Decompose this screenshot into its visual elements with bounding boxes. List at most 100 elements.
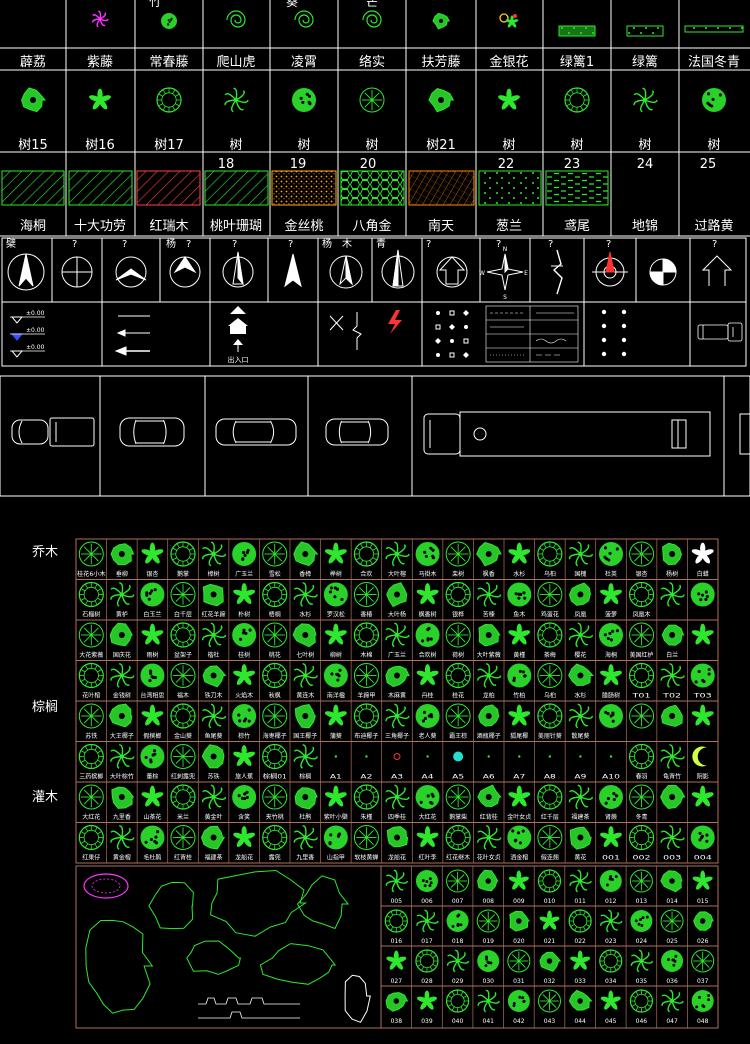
- catalog-symbol[interactable]: [170, 541, 196, 567]
- elevation-markers[interactable]: ±0.00 ±0.00 ±0.00: [10, 310, 45, 358]
- catalog-symbol[interactable]: [537, 622, 563, 648]
- numbered-plant-symbol[interactable]: [660, 870, 683, 893]
- tree-symbol[interactable]: [292, 88, 316, 112]
- numbered-plant-symbol[interactable]: [539, 951, 562, 972]
- catalog-symbol[interactable]: [445, 541, 471, 567]
- pickup-truck-topview[interactable]: [11, 417, 95, 447]
- north-arrow-icon[interactable]: [436, 256, 468, 288]
- catalog-symbol[interactable]: [202, 583, 224, 607]
- catalog-symbol[interactable]: [78, 703, 104, 729]
- tree-symbol[interactable]: [88, 88, 111, 111]
- catalog-symbol[interactable]: [334, 755, 338, 758]
- tree-symbol[interactable]: [702, 88, 726, 112]
- hedge-symbol[interactable]: [626, 25, 664, 37]
- catalog-symbol[interactable]: [478, 623, 501, 647]
- catalog-symbol[interactable]: [609, 755, 613, 758]
- catalog-symbol[interactable]: [445, 824, 471, 851]
- catalog-symbol[interactable]: [445, 784, 471, 810]
- numbered-plant-symbol[interactable]: [569, 869, 592, 893]
- crescent-shadow-icon[interactable]: [692, 746, 707, 767]
- catalog-symbol[interactable]: [201, 541, 227, 567]
- legend-dot-column[interactable]: [601, 309, 627, 357]
- catalog-symbol[interactable]: [111, 786, 135, 809]
- catalog-symbol[interactable]: [599, 542, 623, 566]
- catalog-symbol[interactable]: [141, 542, 164, 565]
- catalog-symbol[interactable]: [579, 755, 582, 758]
- hedge-elevation-line[interactable]: [198, 1011, 300, 1019]
- catalog-symbol[interactable]: [232, 785, 257, 809]
- catalog-symbol[interactable]: [568, 663, 594, 687]
- numbered-plant-symbol[interactable]: [446, 949, 470, 973]
- hatch-swatch-taoyeshanhu[interactable]: [204, 170, 269, 206]
- catalog-symbol[interactable]: [353, 703, 380, 729]
- north-arrow-icon[interactable]: [329, 255, 363, 289]
- catalog-symbol[interactable]: [628, 581, 655, 608]
- catalog-symbol[interactable]: [232, 583, 256, 605]
- shrub-mass-outline[interactable]: [296, 875, 350, 930]
- catalog-symbol[interactable]: [293, 663, 318, 688]
- numbered-plant-symbol[interactable]: [691, 949, 715, 973]
- numbered-plant-symbol[interactable]: [538, 989, 561, 1013]
- vine-spiral-symbol[interactable]: [226, 10, 246, 28]
- catalog-symbol[interactable]: [294, 787, 318, 810]
- catalog-symbol[interactable]: [568, 784, 594, 810]
- entrance-marker[interactable]: 出入口: [228, 306, 249, 364]
- hatch-swatch-nantian[interactable]: [408, 170, 475, 206]
- shrub-mass-outline[interactable]: [259, 943, 337, 985]
- catalog-symbol[interactable]: [324, 704, 347, 727]
- hatch-swatch-jinsitao[interactable]: [271, 170, 337, 206]
- catalog-symbol[interactable]: [78, 784, 104, 810]
- shrub-mass-outline[interactable]: [85, 919, 154, 1014]
- hedge-symbol[interactable]: [558, 25, 596, 37]
- catalog-symbol[interactable]: [140, 582, 165, 607]
- numbered-plant-symbol[interactable]: [477, 950, 500, 972]
- catalog-symbol[interactable]: [628, 743, 655, 770]
- catalog-symbol[interactable]: [323, 825, 348, 850]
- catalog-symbol[interactable]: [416, 664, 439, 686]
- catalog-symbol[interactable]: [628, 662, 655, 689]
- numbered-plant-symbol[interactable]: [599, 870, 622, 892]
- catalog-symbol[interactable]: [599, 826, 622, 848]
- catalog-symbol[interactable]: [200, 825, 226, 850]
- catalog-symbol[interactable]: [628, 824, 655, 851]
- catalog-symbol[interactable]: [508, 542, 531, 565]
- catalog-symbol[interactable]: [170, 582, 196, 607]
- north-arrow-icon[interactable]: [381, 249, 415, 289]
- catalog-symbol[interactable]: [201, 703, 227, 729]
- numbered-plant-symbol[interactable]: [416, 990, 437, 1011]
- catalog-symbol[interactable]: [660, 744, 685, 769]
- catalog-symbol[interactable]: [140, 744, 165, 769]
- catalog-symbol[interactable]: [353, 784, 380, 810]
- catalog-symbol[interactable]: [426, 755, 429, 758]
- north-arrow-icon[interactable]: N E S W: [479, 246, 528, 301]
- catalog-symbol[interactable]: [202, 665, 227, 688]
- numbered-plant-symbol[interactable]: [599, 949, 623, 973]
- catalog-symbol[interactable]: [416, 583, 439, 605]
- catalog-symbol[interactable]: [661, 624, 685, 646]
- numbered-plant-symbol[interactable]: [446, 869, 470, 893]
- north-arrow-icon[interactable]: [701, 255, 733, 286]
- catalog-symbol[interactable]: [385, 622, 410, 648]
- catalog-symbol[interactable]: [690, 663, 715, 688]
- catalog-symbol[interactable]: [386, 582, 408, 608]
- vine-symbols[interactable]: [92, 10, 744, 37]
- north-arrow-icon[interactable]: [284, 253, 302, 288]
- numbered-plant-symbol[interactable]: [509, 910, 530, 932]
- elevation-marker[interactable]: ±0.00: [10, 327, 45, 341]
- catalog-symbol[interactable]: [385, 541, 410, 567]
- numbered-plant-symbol[interactable]: [508, 870, 529, 891]
- catalog-symbol[interactable]: [140, 663, 165, 688]
- catalog-symbol[interactable]: [110, 663, 135, 688]
- catalog-symbol[interactable]: [232, 826, 256, 848]
- tree-symbol[interactable]: [633, 87, 658, 113]
- vine-spiral-symbol[interactable]: [294, 10, 314, 28]
- numbered-plant-symbol[interactable]: [384, 909, 408, 933]
- magenta-shrub-outline[interactable]: [83, 873, 129, 899]
- catalog-symbol[interactable]: [201, 784, 227, 810]
- catalog-symbol[interactable]: [568, 703, 594, 729]
- vine-symbol[interactable]: [432, 12, 451, 30]
- hatch-swatch-shidagonglao[interactable]: [68, 170, 133, 206]
- catalog-symbol[interactable]: [477, 663, 502, 688]
- vine-leaf[interactable]: [505, 15, 519, 28]
- catalog-symbol[interactable]: [629, 784, 655, 810]
